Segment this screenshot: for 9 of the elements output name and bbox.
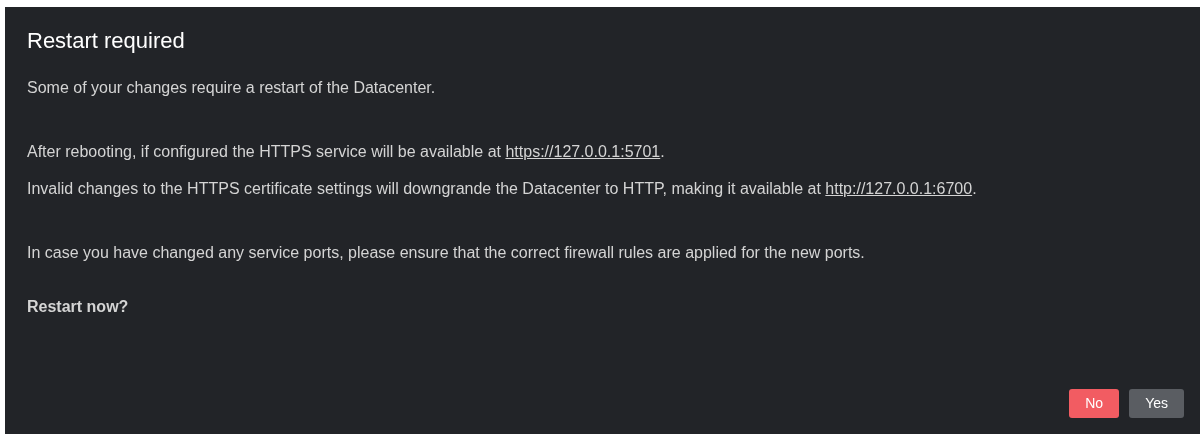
yes-button[interactable]: Yes [1129, 389, 1184, 418]
question-text: Restart now? [27, 297, 129, 317]
message-text: After rebooting, if configured the HTTPS service will be available at https://127.0.0.1:5701. [27, 142, 665, 162]
message-text: Some of your changes require a restart of the Datacenter. [27, 78, 436, 98]
url-link[interactable]: https://127.0.0.1:5701 [505, 143, 661, 160]
url-link[interactable]: http://127.0.0.1:6700 [825, 180, 973, 197]
message-text: In case you have changed any service ports, please ensure that the correct firewall rules are applied for the new ports. [27, 243, 865, 263]
dialog-title: Restart required [27, 27, 185, 55]
message-text: Invalid changes to the HTTPS certificate settings will downgrande the Datacenter to HTTP, making it available at http://127.0.0.1:6700. [27, 179, 977, 199]
